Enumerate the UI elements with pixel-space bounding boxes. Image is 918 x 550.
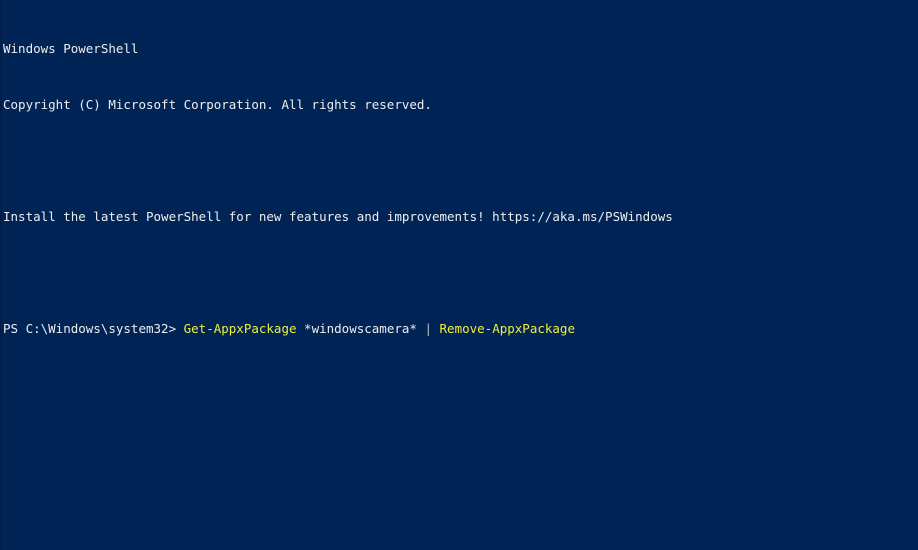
command-token-get-appxpackage: Get-AppxPackage (183, 321, 297, 336)
prompt-path: PS C:\Windows\system32> (3, 321, 184, 336)
console-output-buffer[interactable]: Windows PowerShell Copyright (C) Microso… (3, 0, 918, 550)
command-argument-filter: *windowscamera* (296, 321, 425, 336)
window-left-border (0, 0, 2, 550)
command-spacer (432, 321, 440, 336)
upgrade-notice-line: Install the latest PowerShell for new fe… (3, 209, 673, 224)
banner-title-line: Windows PowerShell (3, 41, 139, 56)
powershell-console-window[interactable]: Windows PowerShell Copyright (C) Microso… (0, 0, 918, 550)
pipe-operator: | (424, 321, 432, 336)
command-token-remove-appxpackage: Remove-AppxPackage (439, 321, 575, 336)
banner-copyright-line: Copyright (C) Microsoft Corporation. All… (3, 97, 432, 112)
command-prompt-line[interactable]: PS C:\Windows\system32> Get-AppxPackage … (3, 322, 918, 336)
